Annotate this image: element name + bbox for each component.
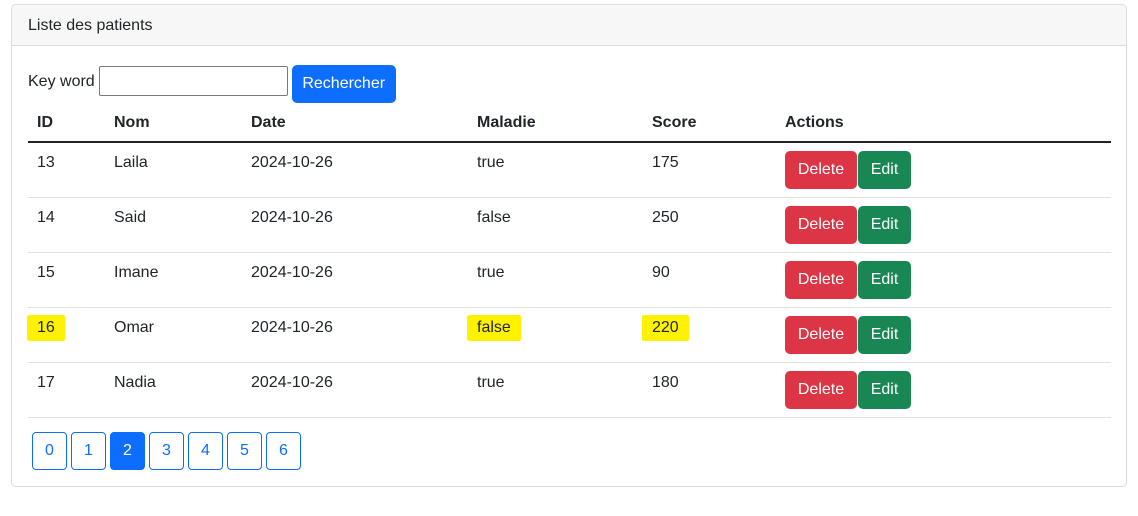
cell-nom: Laila [105,142,242,198]
delete-button[interactable]: Delete [785,315,857,354]
delete-button[interactable]: Delete [785,260,857,299]
cell-date: 2024-10-26 [242,252,468,308]
cell-actions: Delete Edit [776,252,1111,308]
cell-maladie-value: false [467,314,521,341]
search-button[interactable]: Rechercher [291,64,396,103]
cell-id-value: 13 [37,154,55,171]
edit-button[interactable]: Edit [858,260,911,299]
patients-card: Liste des patients Key word Rechercher I… [11,4,1127,487]
cell-score-value: 180 [652,373,679,391]
cell-score-value: 175 [652,154,679,171]
cell-maladie: true [468,142,643,198]
edit-button[interactable]: Edit [858,150,911,189]
cell-score-value: 90 [652,263,670,281]
cell-id-value: 14 [37,208,55,226]
page-button-6[interactable]: 6 [266,432,301,470]
cell-actions: Delete Edit [776,142,1111,198]
cell-score: 175 [643,142,776,198]
cell-date-value: 2024-10-26 [251,208,333,226]
cell-maladie-value: true [477,373,505,391]
page-button-1[interactable]: 1 [71,432,106,470]
cell-maladie-value: true [477,154,505,171]
cell-date: 2024-10-26 [242,307,468,363]
cell-id: 17 [28,362,105,418]
cell-nom-value: Imane [114,263,159,281]
cell-id: 14 [28,197,105,253]
cell-nom: Said [105,197,242,253]
pagination: 0123456 [32,432,305,470]
header-score: Score [643,104,776,143]
cell-nom-value: Nadia [114,373,156,391]
cell-date-value: 2024-10-26 [251,154,333,171]
cell-date-value: 2024-10-26 [251,373,333,391]
search-form: Key word Rechercher [28,63,396,103]
cell-score-value: 250 [652,208,679,226]
cell-date-value: 2024-10-26 [251,318,333,336]
cell-actions: Delete Edit [776,362,1111,418]
card-header: Liste des patients [12,5,1126,46]
header-nom: Nom [105,104,242,143]
cell-date: 2024-10-26 [242,362,468,418]
page-button-2[interactable]: 2 [110,432,145,470]
cell-maladie: true [468,362,643,418]
header-date: Date [242,104,468,143]
cell-id-value: 16 [27,314,65,341]
cell-maladie: false [468,197,643,253]
edit-button[interactable]: Edit [858,205,911,244]
table-row: 13 Laila 2024-10-26 true 175 Delete Edit [28,142,1111,198]
cell-maladie: true [468,252,643,308]
table-row: 14 Said 2024-10-26 false 250 Delete Edit [28,197,1111,253]
cell-score: 180 [643,362,776,418]
cell-score: 90 [643,252,776,308]
cell-maladie-value: false [477,208,511,226]
cell-id-value: 15 [37,263,55,281]
table-header-row: ID Nom Date Maladie Score Actions [28,104,1111,143]
page-button-5[interactable]: 5 [227,432,262,470]
cell-date: 2024-10-26 [242,142,468,198]
cell-date: 2024-10-26 [242,197,468,253]
keyword-input[interactable] [98,66,288,96]
table-row: 16 Omar 2024-10-26 false 220 Delete Edit [27,307,1111,363]
table-row: 17 Nadia 2024-10-26 true 180 Delete Edit [28,362,1111,418]
page-button-3[interactable]: 3 [149,432,184,470]
header-maladie: Maladie [468,104,643,143]
cell-score: 250 [643,197,776,253]
cell-actions: Delete Edit [776,307,1111,363]
cell-maladie-value: true [477,263,505,281]
header-id: ID [28,104,105,143]
page-button-4[interactable]: 4 [188,432,223,470]
cell-score: 220 [642,307,776,363]
cell-nom-value: Omar [114,318,154,336]
search-label: Key word [28,73,95,90]
cell-nom-value: Said [114,208,147,226]
table-row: 15 Imane 2024-10-26 true 90 Delete Edit [28,252,1111,308]
cell-id: 16 [27,307,105,363]
cell-id-value: 17 [37,373,55,391]
edit-button[interactable]: Edit [858,315,911,354]
patients-table: ID Nom Date Maladie Score Actions 13 Lail… [27,104,1111,418]
cell-maladie: false [467,307,643,363]
cell-actions: Delete Edit [776,197,1111,253]
cell-nom: Imane [105,252,242,308]
cell-id: 15 [28,252,105,308]
header-actions: Actions [776,104,1111,143]
delete-button[interactable]: Delete [785,205,857,244]
cell-nom: Nadia [105,362,242,418]
cell-id: 13 [28,142,105,198]
cell-nom: Omar [105,307,242,363]
cell-nom-value: Laila [114,154,148,171]
delete-button[interactable]: Delete [785,370,857,409]
edit-button[interactable]: Edit [858,370,911,409]
cell-score-value: 220 [642,314,689,341]
card-title: Liste des patients [28,17,153,34]
cell-date-value: 2024-10-26 [251,263,333,281]
delete-button[interactable]: Delete [785,150,857,189]
page-button-0[interactable]: 0 [32,432,67,470]
